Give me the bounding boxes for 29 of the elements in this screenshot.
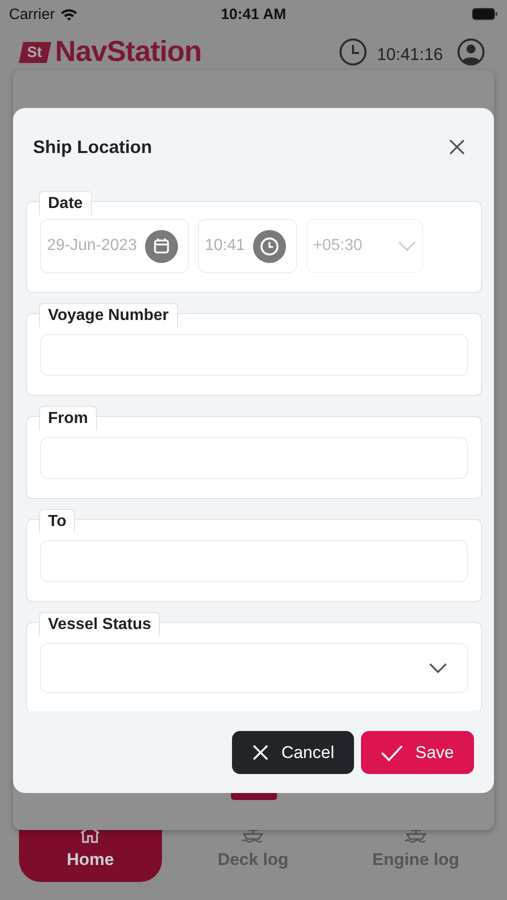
chevron-down-icon bbox=[429, 663, 447, 673]
status-time: 10:41 AM bbox=[220, 6, 286, 22]
chevron-down-icon bbox=[398, 241, 416, 251]
check-icon bbox=[381, 744, 404, 760]
wifi-icon bbox=[60, 8, 78, 20]
dropdown-field[interactable] bbox=[40, 643, 468, 693]
field-label: From bbox=[39, 406, 97, 430]
clock-icon[interactable] bbox=[252, 230, 286, 262]
tab-indicator bbox=[231, 793, 277, 800]
save-button[interactable]: Save bbox=[361, 731, 474, 774]
close-icon[interactable] bbox=[448, 138, 466, 156]
timezone-dropdown[interactable]: +05:30 bbox=[306, 219, 424, 273]
user-avatar-icon[interactable] bbox=[457, 38, 485, 66]
field-label: To bbox=[39, 509, 76, 533]
carrier-name: Carrier bbox=[9, 6, 55, 22]
cancel-button[interactable]: Cancel bbox=[232, 731, 354, 774]
field-label: Vessel Status bbox=[39, 612, 160, 636]
clock-icon bbox=[338, 38, 367, 66]
calendar-icon[interactable] bbox=[144, 230, 178, 262]
field-label: Voyage Number bbox=[39, 303, 178, 327]
date-field[interactable]: 29-Jun-2023 bbox=[40, 219, 189, 273]
dialog-title: Ship Location bbox=[33, 136, 153, 158]
battery-icon bbox=[472, 8, 498, 20]
app-name: NavStation bbox=[55, 36, 202, 68]
logo-badge: St bbox=[18, 42, 52, 62]
clock-time: 10:41:16 bbox=[376, 45, 443, 65]
field-label: Date bbox=[39, 191, 92, 215]
time-field[interactable]: 10:41 bbox=[198, 219, 297, 273]
close-icon bbox=[252, 744, 270, 761]
